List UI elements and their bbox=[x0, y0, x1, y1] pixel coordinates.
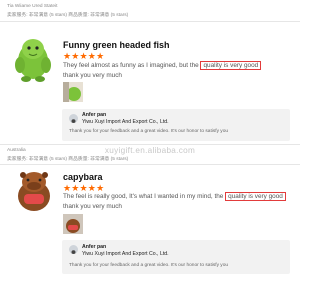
capybara-plush-image[interactable] bbox=[14, 168, 54, 212]
review-photo-thumbnail[interactable] bbox=[63, 82, 83, 102]
seller-avatar bbox=[69, 245, 78, 254]
review-text: The feel is really good, It's what I wan… bbox=[63, 192, 286, 202]
review-photo-icon bbox=[63, 82, 83, 102]
review-card-2: Australia 卖家服务: 非常满意 (5 stars) 商品质量: 非常满… bbox=[0, 144, 300, 300]
review-text: They feel almost as funny as I imagined,… bbox=[63, 61, 262, 71]
seller-name: Anfer pan bbox=[82, 244, 107, 250]
rating-summary: 卖家服务: 非常满意 (5 stars) 商品质量: 非常满意 (5 stars… bbox=[7, 13, 129, 18]
review-title: Funny green headed fish bbox=[63, 40, 170, 50]
rating-summary: 卖家服务: 非常满意 (5 stars) 商品质量: 非常满意 (5 stars… bbox=[7, 157, 129, 162]
green-fish-plush-image[interactable] bbox=[12, 35, 54, 83]
buyer-name: Tia Wiiame Ured Stateit bbox=[7, 4, 58, 9]
seller-reply: Anfer pan Yiwu Xuyi Import And Export Co… bbox=[62, 240, 290, 274]
review-photo-icon bbox=[63, 214, 83, 234]
seller-company: Yiwu Xuyi Import And Export Co., Ltd. bbox=[82, 119, 169, 125]
seller-company: Yiwu Xuyi Import And Export Co., Ltd. bbox=[82, 251, 169, 257]
reply-message: Thank you for your feedback and a great … bbox=[69, 129, 229, 134]
review-text-line2: thank you very much bbox=[63, 72, 122, 79]
review-card-1: Tia Wiiame Ured Stateit 卖家服务: 非常满意 (5 st… bbox=[0, 0, 300, 144]
review-text-line2: thank you very much bbox=[63, 203, 122, 210]
seller-avatar bbox=[69, 114, 78, 123]
review-text-part: They feel almost as funny as I imagined,… bbox=[63, 62, 201, 69]
seller-reply: Anfer pan Yiwu Xuyi Import And Export Co… bbox=[62, 109, 290, 141]
review-title: capybara bbox=[63, 172, 103, 182]
review-photo-thumbnail[interactable] bbox=[63, 214, 83, 234]
highlighted-phrase: quality is very good bbox=[225, 192, 286, 201]
reply-message: Thank you for your feedback and a great … bbox=[69, 263, 229, 268]
seller-name: Anfer pan bbox=[82, 112, 107, 118]
divider bbox=[0, 21, 300, 22]
review-text-part: The feel is really good, It's what I wan… bbox=[63, 193, 226, 200]
star-rating: ★★★★★ bbox=[63, 51, 105, 61]
divider bbox=[0, 164, 300, 165]
highlighted-phrase: quality is very good bbox=[200, 61, 262, 70]
buyer-name: Australia bbox=[7, 148, 26, 153]
